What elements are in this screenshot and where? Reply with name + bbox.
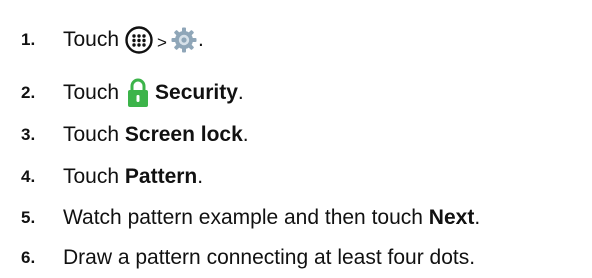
step-period: . (197, 165, 204, 188)
step-text: Touch > . (63, 25, 204, 55)
apps-grid-icon (125, 26, 153, 54)
screen-lock-label: Screen lock (124, 123, 243, 146)
step-number: 3. (21, 125, 36, 144)
step-text: Watch pattern example and then touch Nex… (63, 206, 480, 230)
step-period: . (197, 28, 204, 51)
step-text: Touch Pattern. (63, 165, 203, 189)
step-touch-label: Touch (63, 165, 120, 188)
pattern-label: Pattern (124, 165, 198, 188)
step-number: 6. (21, 248, 36, 267)
next-label: Next (428, 206, 475, 229)
step-4: 4. Touch Pattern. (0, 157, 592, 197)
step-touch-label: Touch (63, 28, 120, 51)
lock-icon (128, 78, 149, 107)
step-touch-label: Touch (63, 81, 120, 104)
step-text: Draw a pattern connecting at least four … (63, 246, 476, 269)
step-touch-label: Touch (63, 123, 120, 146)
step-instruction: Watch pattern example and then touch (63, 206, 423, 229)
step-5: 5. Watch pattern example and then touch … (0, 198, 592, 238)
step-text: Touch Screen lock. (63, 123, 249, 147)
step-period: . (474, 206, 481, 229)
step-6: 6. Draw a pattern connecting at least fo… (0, 238, 592, 278)
step-1: 1. Touch > . (0, 20, 592, 60)
step-number: 5. (21, 208, 36, 227)
step-3: 3. Touch Screen lock. (0, 115, 592, 155)
step-number: 2. (21, 83, 36, 102)
step-text: Touch Security . (63, 78, 244, 108)
step-period: . (237, 81, 244, 104)
security-label: Security (155, 81, 238, 104)
instruction-list: 1. Touch > . 2. Touch Security . 3. Touc… (0, 0, 592, 278)
step-number: 4. (21, 167, 36, 186)
settings-gear-icon (171, 27, 197, 53)
step-period: . (242, 123, 249, 146)
step-2: 2. Touch Security . (0, 73, 592, 113)
step-number: 1. (21, 30, 36, 49)
separator: > (157, 33, 167, 52)
